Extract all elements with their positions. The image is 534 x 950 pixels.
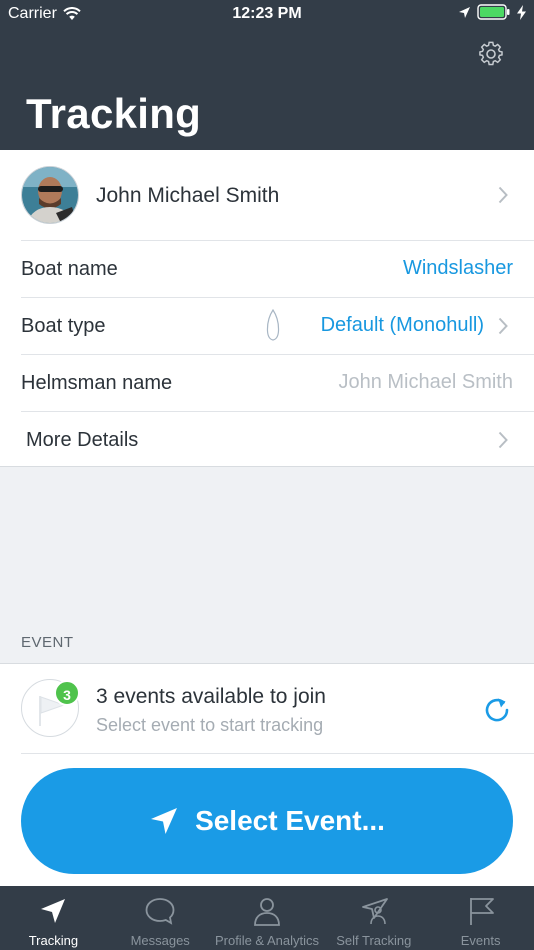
select-event-label: Select Event... xyxy=(195,805,385,836)
more-details-row[interactable]: More Details xyxy=(0,411,534,468)
tab-label: Messages xyxy=(130,933,190,948)
helmsman-name-field[interactable]: John Michael Smith xyxy=(338,371,513,394)
event-title: 3 events available to join xyxy=(96,685,326,708)
monohull-boat-icon xyxy=(266,309,280,341)
event-subtitle: Select event to start tracking xyxy=(96,715,324,735)
row-divider xyxy=(21,411,534,412)
navigation-header: Carrier 12:23 PM Tracking xyxy=(0,0,534,150)
clock: 12:23 PM xyxy=(232,5,302,22)
tab-messages[interactable]: Messages xyxy=(107,886,214,950)
helmsman-row[interactable]: Helmsman name John Michael Smith xyxy=(0,354,534,411)
profile-row[interactable]: John Michael Smith xyxy=(0,150,534,240)
refresh-icon[interactable] xyxy=(482,695,512,725)
more-details-label: More Details xyxy=(26,429,139,451)
event-count-badge: 3 xyxy=(54,680,80,706)
row-divider xyxy=(21,354,534,355)
tracking-details-card: John Michael Smith Boat name Windslasher… xyxy=(0,150,534,467)
tab-label: Events xyxy=(460,933,501,948)
tab-self-tracking[interactable]: Self Tracking xyxy=(320,886,427,950)
event-section-header: EVENT xyxy=(21,634,74,651)
gear-icon[interactable] xyxy=(478,41,504,67)
tab-bar: Tracking Messages Profile & Analytics Se… xyxy=(0,886,534,950)
self-tracking-icon xyxy=(361,898,388,925)
charging-bolt-icon xyxy=(517,4,526,20)
page-title: Tracking xyxy=(26,90,202,137)
select-event-button[interactable]: Select Event... xyxy=(21,768,513,874)
event-panel: 3 3 events available to join Select even… xyxy=(0,663,534,886)
chevron-right-icon xyxy=(498,431,508,449)
row-divider xyxy=(21,240,534,241)
tab-label: Profile & Analytics xyxy=(214,933,320,948)
boat-type-row[interactable]: Boat type Default (Monohull) xyxy=(0,297,534,354)
tab-events[interactable]: Events xyxy=(427,886,534,950)
boat-type-label: Boat type xyxy=(21,315,106,337)
boat-type-value[interactable]: Default (Monohull) xyxy=(321,314,484,337)
status-bar: Carrier 12:23 PM xyxy=(0,0,534,28)
location-arrow-icon xyxy=(459,6,470,18)
chat-bubble-icon xyxy=(145,898,175,925)
person-icon xyxy=(254,898,280,926)
profile-name: John Michael Smith xyxy=(96,184,280,207)
navigation-arrow-icon xyxy=(41,899,66,923)
boat-name-row[interactable]: Boat name Windslasher xyxy=(0,240,534,297)
row-divider xyxy=(21,753,534,754)
available-events-row[interactable]: 3 3 events available to join Select even… xyxy=(0,664,534,754)
flag-icon xyxy=(469,898,494,925)
row-divider xyxy=(21,297,534,298)
status-right xyxy=(458,4,526,20)
tab-profile-analytics[interactable]: Profile & Analytics xyxy=(214,886,321,950)
boat-name-label: Boat name xyxy=(21,258,118,280)
tab-label: Tracking xyxy=(28,933,79,948)
navigation-arrow-icon xyxy=(151,808,178,834)
boat-name-value[interactable]: Windslasher xyxy=(403,257,513,280)
helmsman-label: Helmsman name xyxy=(21,372,173,394)
avatar xyxy=(21,166,79,224)
battery-icon xyxy=(477,4,510,20)
tab-tracking[interactable]: Tracking xyxy=(0,886,107,950)
chevron-right-icon xyxy=(498,186,508,204)
chevron-right-icon xyxy=(498,317,508,335)
tab-label: Self Tracking xyxy=(336,933,412,948)
